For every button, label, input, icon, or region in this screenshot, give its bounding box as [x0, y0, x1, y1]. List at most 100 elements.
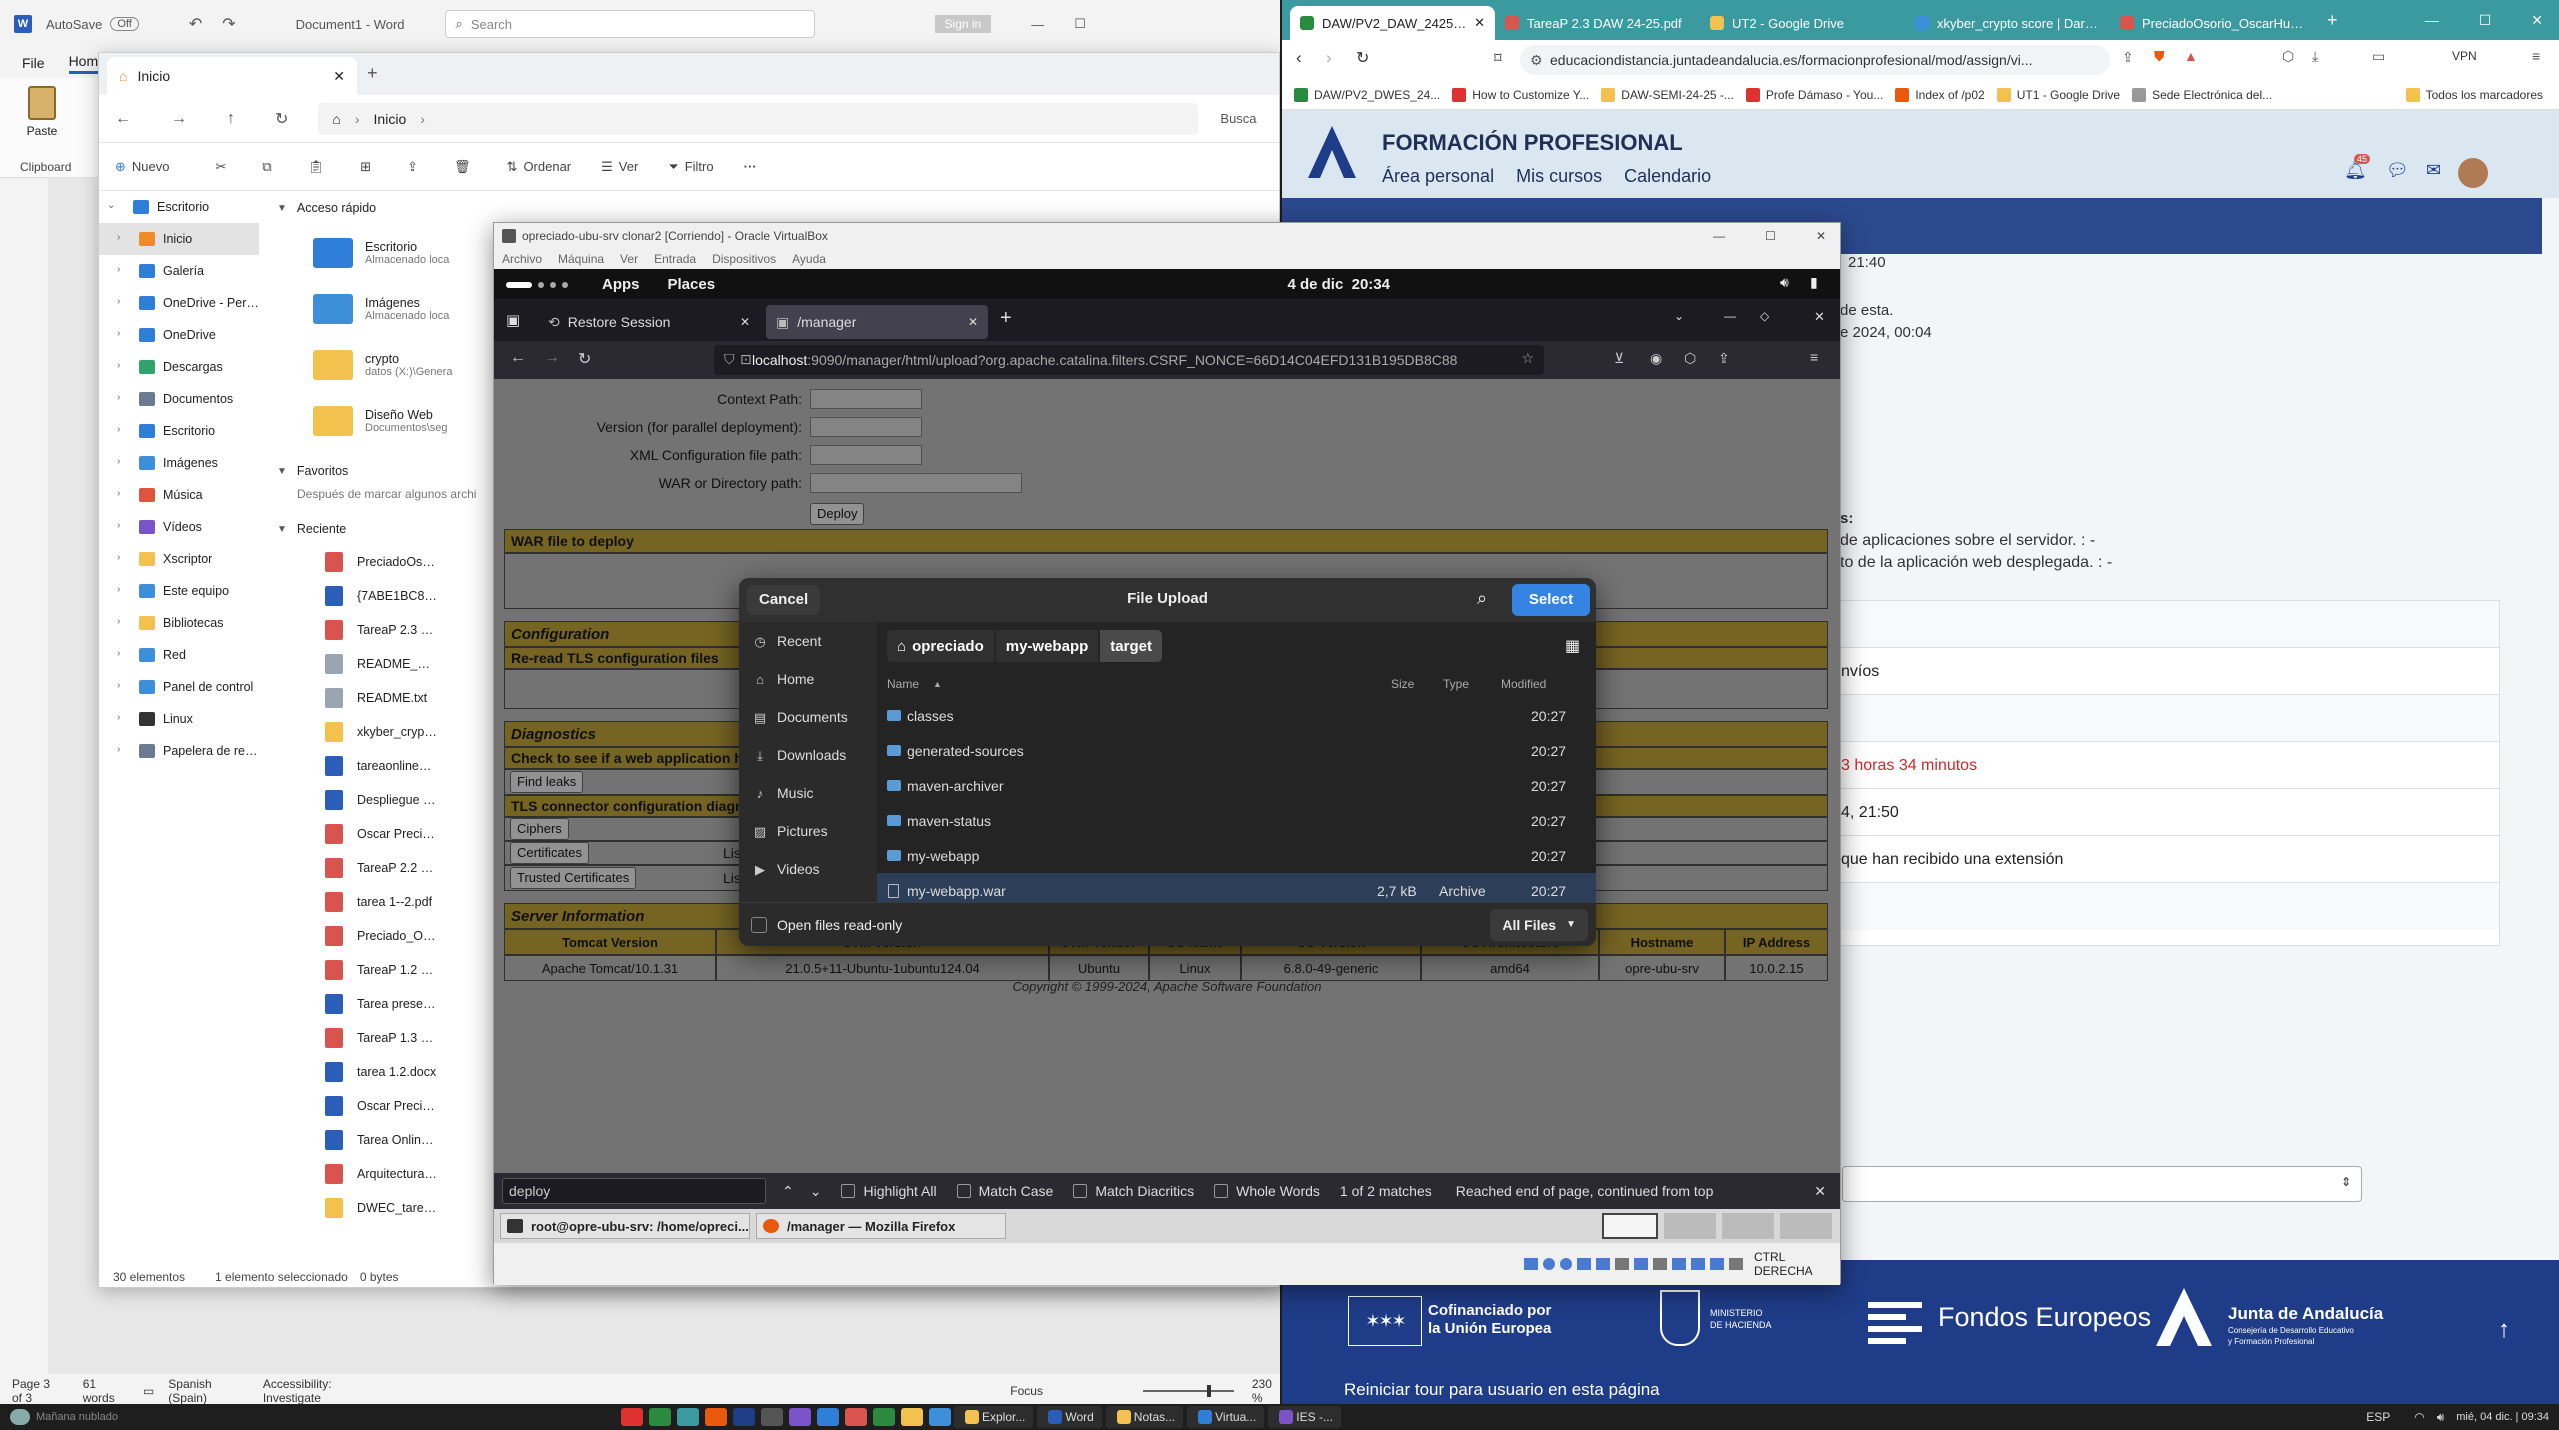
- zoom-slider[interactable]: [1142, 1385, 1234, 1397]
- copy-icon[interactable]: ⧉: [262, 159, 271, 175]
- mouse-integration-icon[interactable]: [1691, 1258, 1705, 1270]
- chevron-icon[interactable]: ⌄: [107, 200, 115, 211]
- place-videos[interactable]: ▶ Videos: [739, 850, 877, 888]
- taskbar-app-icon[interactable]: [900, 1408, 923, 1426]
- proofing-icon[interactable]: ▭: [143, 1384, 154, 1398]
- signin-button[interactable]: Sign in: [934, 15, 992, 33]
- chevron-icon[interactable]: ›: [117, 392, 120, 403]
- vpn-button[interactable]: VPN: [2452, 49, 2477, 63]
- place-pictures[interactable]: ▨ Pictures: [739, 812, 877, 850]
- audio-icon[interactable]: [1560, 1258, 1572, 1270]
- place-downloads[interactable]: ⤓ Downloads: [739, 736, 877, 774]
- sidebar-item[interactable]: › Red: [99, 639, 259, 671]
- taskbar-app-icon[interactable]: [816, 1408, 839, 1426]
- firefox-tab[interactable]: ⟲ Restore Session ✕: [538, 305, 760, 339]
- site-title[interactable]: FORMACIÓN PROFESIONAL: [1382, 130, 1683, 156]
- all-bookmarks-button[interactable]: Todos los marcadores: [2405, 80, 2543, 110]
- checkbox[interactable]: [1073, 1184, 1088, 1198]
- close-icon[interactable]: ✕: [1474, 15, 1485, 31]
- browser-tab[interactable]: DAW/PV2_DAW_2425: Ta ✕: [1290, 6, 1495, 40]
- select-button[interactable]: Select: [1512, 584, 1590, 616]
- workspace-switcher[interactable]: [1602, 1213, 1832, 1239]
- column-size[interactable]: Size: [1391, 677, 1414, 691]
- optical-icon[interactable]: [1543, 1258, 1555, 1270]
- column-type[interactable]: Type: [1443, 677, 1469, 691]
- checkbox[interactable]: [1214, 1184, 1229, 1198]
- weather-label[interactable]: Mañana nublado: [36, 1411, 118, 1423]
- input-language[interactable]: ESP: [2366, 1410, 2390, 1424]
- cpu-icon[interactable]: [1672, 1258, 1686, 1270]
- sidebar-item[interactable]: › Galería: [99, 255, 259, 287]
- pocket-icon[interactable]: ⊻: [1614, 350, 1624, 367]
- browser-address-bar[interactable]: ⚙ educaciondistancia.juntadeandalucia.es…: [1520, 45, 2110, 75]
- close-icon[interactable]: ✕: [968, 315, 978, 329]
- share-icon[interactable]: ⇪: [407, 159, 418, 175]
- breadcrumb[interactable]: Inicio: [374, 111, 407, 127]
- taskbar-app-icon[interactable]: [620, 1408, 643, 1426]
- path-crumb-current[interactable]: target: [1100, 630, 1162, 662]
- taskbar-app-icon[interactable]: [704, 1408, 727, 1426]
- scroll-top-icon[interactable]: ↑: [2498, 1316, 2510, 1344]
- taskbar-app-icon[interactable]: [872, 1408, 895, 1426]
- gnome-apps-button[interactable]: Apps: [602, 276, 640, 293]
- taskbar-app-icon[interactable]: [648, 1408, 671, 1426]
- browser-tab[interactable]: TareaP 2.3 DAW 24-25.pdf: [1495, 6, 1700, 40]
- chevron-icon[interactable]: ›: [117, 520, 120, 531]
- sort-button[interactable]: Ordenar: [523, 159, 571, 174]
- delete-icon[interactable]: 🗑︎: [454, 159, 471, 175]
- sidebar-item[interactable]: › Bibliotecas: [99, 607, 259, 639]
- chevron-icon[interactable]: ›: [117, 424, 120, 435]
- file-filter-select[interactable]: All Files ▼: [1490, 908, 1588, 941]
- address-bar[interactable]: ⌂ › Inicio ›: [318, 102, 1199, 135]
- vbox-menu-4[interactable]: Dispositivos: [712, 252, 776, 266]
- sidebar-item[interactable]: › Música: [99, 479, 259, 511]
- redo-icon[interactable]: ↷: [222, 14, 235, 34]
- taskbar-app-icon[interactable]: [928, 1408, 951, 1426]
- recording-icon[interactable]: [1653, 1258, 1667, 1270]
- grid-view-icon[interactable]: ▦: [1565, 636, 1580, 656]
- brave-shield-icon[interactable]: ⛊: [2154, 48, 2165, 65]
- browser-tab[interactable]: UT2 - Google Drive: [1700, 6, 1905, 40]
- search-icon[interactable]: ⌕: [1477, 588, 1487, 609]
- nav-area-personal[interactable]: Área personal: [1382, 166, 1494, 187]
- chevron-icon[interactable]: ›: [117, 552, 120, 563]
- close-icon[interactable]: ✕: [1814, 309, 1825, 325]
- avatar[interactable]: [2458, 158, 2488, 188]
- sidebar-item[interactable]: › Descargas: [99, 351, 259, 383]
- paste-icon[interactable]: 📋︎: [308, 159, 325, 175]
- shared-folder-icon[interactable]: [1615, 1258, 1629, 1270]
- usb-icon[interactable]: [1596, 1258, 1610, 1270]
- gnome-activities-dots[interactable]: [506, 281, 576, 289]
- extensions-icon[interactable]: ⬡: [1684, 350, 1696, 367]
- restore-icon[interactable]: ◇: [1760, 309, 1769, 323]
- quick-access-header[interactable]: ▼ Acceso rápido: [277, 191, 1277, 225]
- path-crumb-project[interactable]: my-webapp: [995, 630, 1099, 662]
- place-recent[interactable]: ◷ Recent: [739, 622, 877, 660]
- cut-icon[interactable]: ✂: [215, 159, 226, 175]
- undo-icon[interactable]: ↶: [189, 14, 202, 34]
- chevron-icon[interactable]: ›: [117, 616, 120, 627]
- share-icon[interactable]: ⇪: [1718, 350, 1730, 367]
- rewards-icon[interactable]: ▲: [2184, 48, 2198, 64]
- checkbox[interactable]: [841, 1184, 856, 1198]
- page-count[interactable]: Page 3 of 3: [12, 1377, 63, 1405]
- sidebar-item[interactable]: › Xscriptor: [99, 543, 259, 575]
- firefox-view-icon[interactable]: ▣: [506, 311, 520, 329]
- back-icon[interactable]: ←: [115, 110, 131, 128]
- view-button[interactable]: Ver: [619, 159, 639, 174]
- chevron-icon[interactable]: ›: [117, 680, 120, 691]
- battery-icon[interactable]: ▮: [1810, 274, 1818, 291]
- menu-icon[interactable]: ≡: [2532, 48, 2540, 64]
- sidebar-item[interactable]: › Este equipo: [99, 575, 259, 607]
- file-row[interactable]: my-webapp 20:27: [877, 838, 1596, 873]
- explorer-tab[interactable]: ⌂ Inicio ✕: [107, 57, 357, 95]
- filter-button[interactable]: Filtro: [685, 159, 714, 174]
- volume-icon[interactable]: 🔊︎: [1780, 274, 1789, 291]
- host-key-icon[interactable]: [1729, 1258, 1743, 1270]
- readonly-checkbox[interactable]: [751, 916, 767, 933]
- chevron-icon[interactable]: ›: [117, 712, 120, 723]
- path-crumb-home[interactable]: ⌂ opreciado: [887, 630, 994, 662]
- find-input[interactable]: deploy: [502, 1178, 766, 1204]
- taskbar-app-icon[interactable]: [844, 1408, 867, 1426]
- vbox-menu-2[interactable]: Ver: [620, 252, 638, 266]
